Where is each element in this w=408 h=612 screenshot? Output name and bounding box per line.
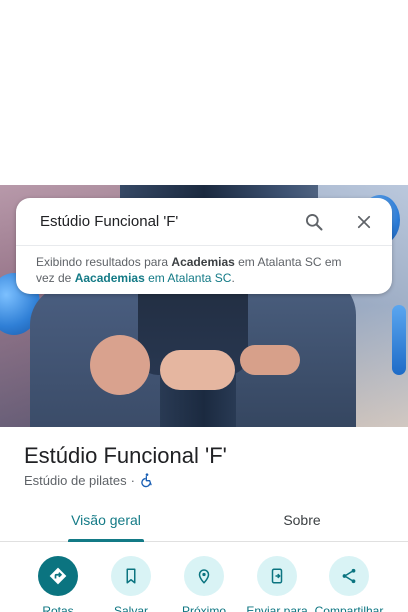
share-label: Compartilhar [314, 604, 384, 612]
directions-label: Rotas [42, 604, 74, 612]
active-tab-indicator [68, 539, 144, 542]
place-subtitle: Estúdio de pilates · [24, 472, 155, 488]
separator: · [130, 472, 135, 488]
action-buttons: Rotas Salvar Próximo Enviar para Compart… [0, 556, 408, 612]
search-bar[interactable]: Estúdio Funcional 'F' [16, 198, 392, 246]
share-icon [329, 556, 369, 596]
note-prefix: Exibindo resultados para [36, 255, 172, 269]
original-query-location: em Atalanta SC [144, 271, 232, 285]
search-correction-note: Exibindo resultados para Academias em At… [36, 254, 376, 286]
note-location: em Atalanta SC em [234, 255, 342, 269]
nearby-icon [184, 556, 224, 596]
hands-right [240, 345, 300, 375]
search-card: Estúdio Funcional 'F' Exibindo resultado… [16, 198, 392, 294]
note-period: . [231, 271, 235, 285]
close-icon[interactable] [350, 208, 378, 236]
place-title: Estúdio Funcional 'F' [24, 443, 227, 468]
note-instead: vez de [36, 271, 75, 285]
nearby-button[interactable]: Próximo [167, 556, 241, 612]
nearby-label: Próximo [181, 604, 226, 612]
share-button[interactable]: Compartilhar [312, 556, 386, 612]
save-button[interactable]: Salvar [94, 556, 168, 612]
send-to-phone-icon [257, 556, 297, 596]
directions-icon [38, 556, 78, 596]
note-term: Academias [171, 255, 235, 269]
original-query-link[interactable]: Aacademias em Atalanta SC [75, 271, 232, 285]
send-to-phone-label: Enviar para [246, 604, 308, 612]
save-label: Salvar [113, 604, 148, 612]
arm-left [90, 335, 150, 395]
place-page: Estúdio Funcional 'F' Exibindo resultado… [0, 0, 408, 612]
place-category[interactable]: Estúdio de pilates [24, 473, 127, 488]
bookmark-icon [111, 556, 151, 596]
legs-center [160, 350, 235, 390]
directions-button[interactable]: Rotas [21, 556, 95, 612]
tab-overview[interactable]: Visão geral [62, 512, 150, 528]
tab-bar: Visão geral Sobre [0, 500, 408, 542]
balloon-right-small [392, 305, 406, 375]
search-input[interactable]: Estúdio Funcional 'F' [40, 213, 178, 230]
search-icon[interactable] [300, 208, 328, 236]
original-query-term: Aacademias [74, 271, 145, 285]
tab-about[interactable]: Sobre [258, 512, 346, 528]
wheelchair-accessible-icon [139, 472, 155, 488]
send-to-phone-button[interactable]: Enviar para [240, 556, 314, 612]
